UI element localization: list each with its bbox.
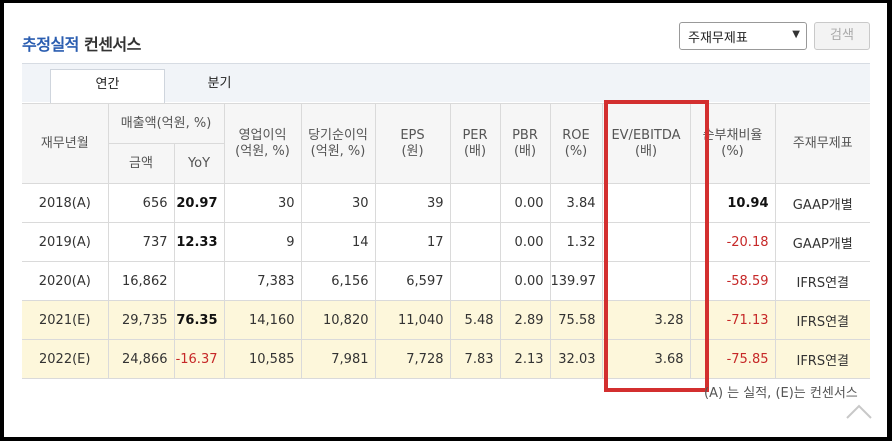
cell-basis: IFRS연결 (774, 339, 870, 379)
cell-net-income: 10,820 (300, 300, 376, 340)
ev-ebitda-highlight-box (604, 100, 709, 392)
search-button[interactable]: 검색 (814, 22, 870, 50)
cell-sales: 29,735 (107, 300, 175, 340)
cell-net-income: 14 (300, 222, 376, 262)
page-title: 추정실적 컨센서스 (22, 31, 141, 55)
cell-pbr: 0.00 (499, 261, 551, 301)
cell-period: 2022(E) (22, 339, 109, 379)
cell-op-income: 30 (223, 183, 302, 223)
cell-sales: 16,862 (107, 261, 175, 301)
header-sales-yoy: YoY (173, 143, 224, 184)
chevron-down-icon: ▼ (792, 29, 800, 40)
title-part1: 추정실적 (22, 35, 79, 54)
cell-roe: 1.32 (549, 222, 603, 262)
cell-yoy: 12.33 (173, 222, 225, 262)
cell-roe: 75.58 (549, 300, 603, 340)
cell-op-income: 10,585 (223, 339, 302, 379)
cell-op-income: 14,160 (223, 300, 302, 340)
consensus-panel: 추정실적 컨센서스 주재무제표 ▼ 검색 연간 분기 재무년월 매출액(억원, … (4, 3, 887, 437)
cell-eps: 6,597 (374, 261, 451, 301)
period-tabs: 연간 분기 (22, 63, 870, 103)
tab-quarterly[interactable]: 분기 (162, 69, 277, 103)
cell-sales: 737 (107, 222, 175, 262)
cell-basis: GAAP개별 (774, 222, 870, 262)
cell-eps: 7,728 (374, 339, 451, 379)
header-net-income: 당기순이익 (억원, %) (300, 103, 376, 184)
header-period: 재무년월 (22, 103, 109, 184)
cell-pbr: 2.89 (499, 300, 551, 340)
cell-op-income: 9 (223, 222, 302, 262)
table-row: 2021(E) 29,735 76.35 14,160 10,820 11,040 5.48… (22, 300, 870, 340)
cell-yoy (173, 261, 225, 301)
cell-per (449, 183, 501, 223)
cell-yoy: 20.97 (173, 183, 225, 223)
cell-net-income: 7,981 (300, 339, 376, 379)
header-basis: 주재무제표 (774, 103, 870, 184)
header-eps: EPS (원) (374, 103, 451, 184)
cell-basis: GAAP개별 (774, 183, 870, 223)
cell-eps: 17 (374, 222, 451, 262)
cell-per: 5.48 (449, 300, 501, 340)
statement-select[interactable]: 주재무제표 ▼ (679, 22, 807, 50)
cell-eps: 39 (374, 183, 451, 223)
cell-pbr: 2.13 (499, 339, 551, 379)
cell-period: 2020(A) (22, 261, 109, 301)
header-op-income: 영업이익 (억원, %) (223, 103, 302, 184)
cell-yoy: 76.35 (173, 300, 225, 340)
cell-sales: 656 (107, 183, 175, 223)
cell-basis: IFRS연결 (774, 300, 870, 340)
cell-period: 2018(A) (22, 183, 109, 223)
cell-pbr: 0.00 (499, 222, 551, 262)
cell-per: 7.83 (449, 339, 501, 379)
tab-annual[interactable]: 연간 (50, 69, 165, 103)
cell-period: 2019(A) (22, 222, 109, 262)
cell-pbr: 0.00 (499, 183, 551, 223)
table-row: 2018(A) 656 20.97 30 30 39 0.00 3.84 10.94 GAAP개별 (22, 183, 870, 223)
header-sales-group: 매출액(억원, %) (107, 103, 225, 144)
cell-sales: 24,866 (107, 339, 175, 379)
cell-op-income: 7,383 (223, 261, 302, 301)
table-row: 2022(E) 24,866 -16.37 10,585 7,981 7,728 7.83 2… (22, 339, 870, 379)
table-row: 2019(A) 737 12.33 9 14 17 0.00 1.32 -20.18 GAAP개별 (22, 222, 870, 262)
statement-select-value: 주재무제표 (688, 31, 748, 46)
header-roe: ROE (%) (549, 103, 603, 184)
consensus-table: 재무년월 매출액(억원, %) 영업이익 (억원, %) 당기순이익 (억원, %)… (22, 103, 870, 379)
footnote: (A) 는 실적, (E)는 컨센서스 (704, 386, 858, 401)
cell-period: 2021(E) (22, 300, 109, 340)
cell-roe: 32.03 (549, 339, 603, 379)
title-part2: 컨센서스 (83, 35, 141, 54)
header-per: PER (배) (449, 103, 501, 184)
cell-basis: IFRS연결 (774, 261, 870, 301)
cell-net-income: 30 (300, 183, 376, 223)
cell-yoy: -16.37 (173, 339, 225, 379)
chevron-up-icon[interactable] (844, 401, 874, 423)
header-pbr: PBR (배) (499, 103, 551, 184)
header-sales-amount: 금액 (108, 143, 175, 184)
table-row: 2020(A) 16,862 7,383 6,156 6,597 0.00 139.97 -5… (22, 261, 870, 301)
cell-per (449, 222, 501, 262)
cell-roe: 139.97 (549, 261, 603, 301)
cell-net-income: 6,156 (300, 261, 376, 301)
cell-roe: 3.84 (549, 183, 603, 223)
cell-per (449, 261, 501, 301)
cell-eps: 11,040 (374, 300, 451, 340)
